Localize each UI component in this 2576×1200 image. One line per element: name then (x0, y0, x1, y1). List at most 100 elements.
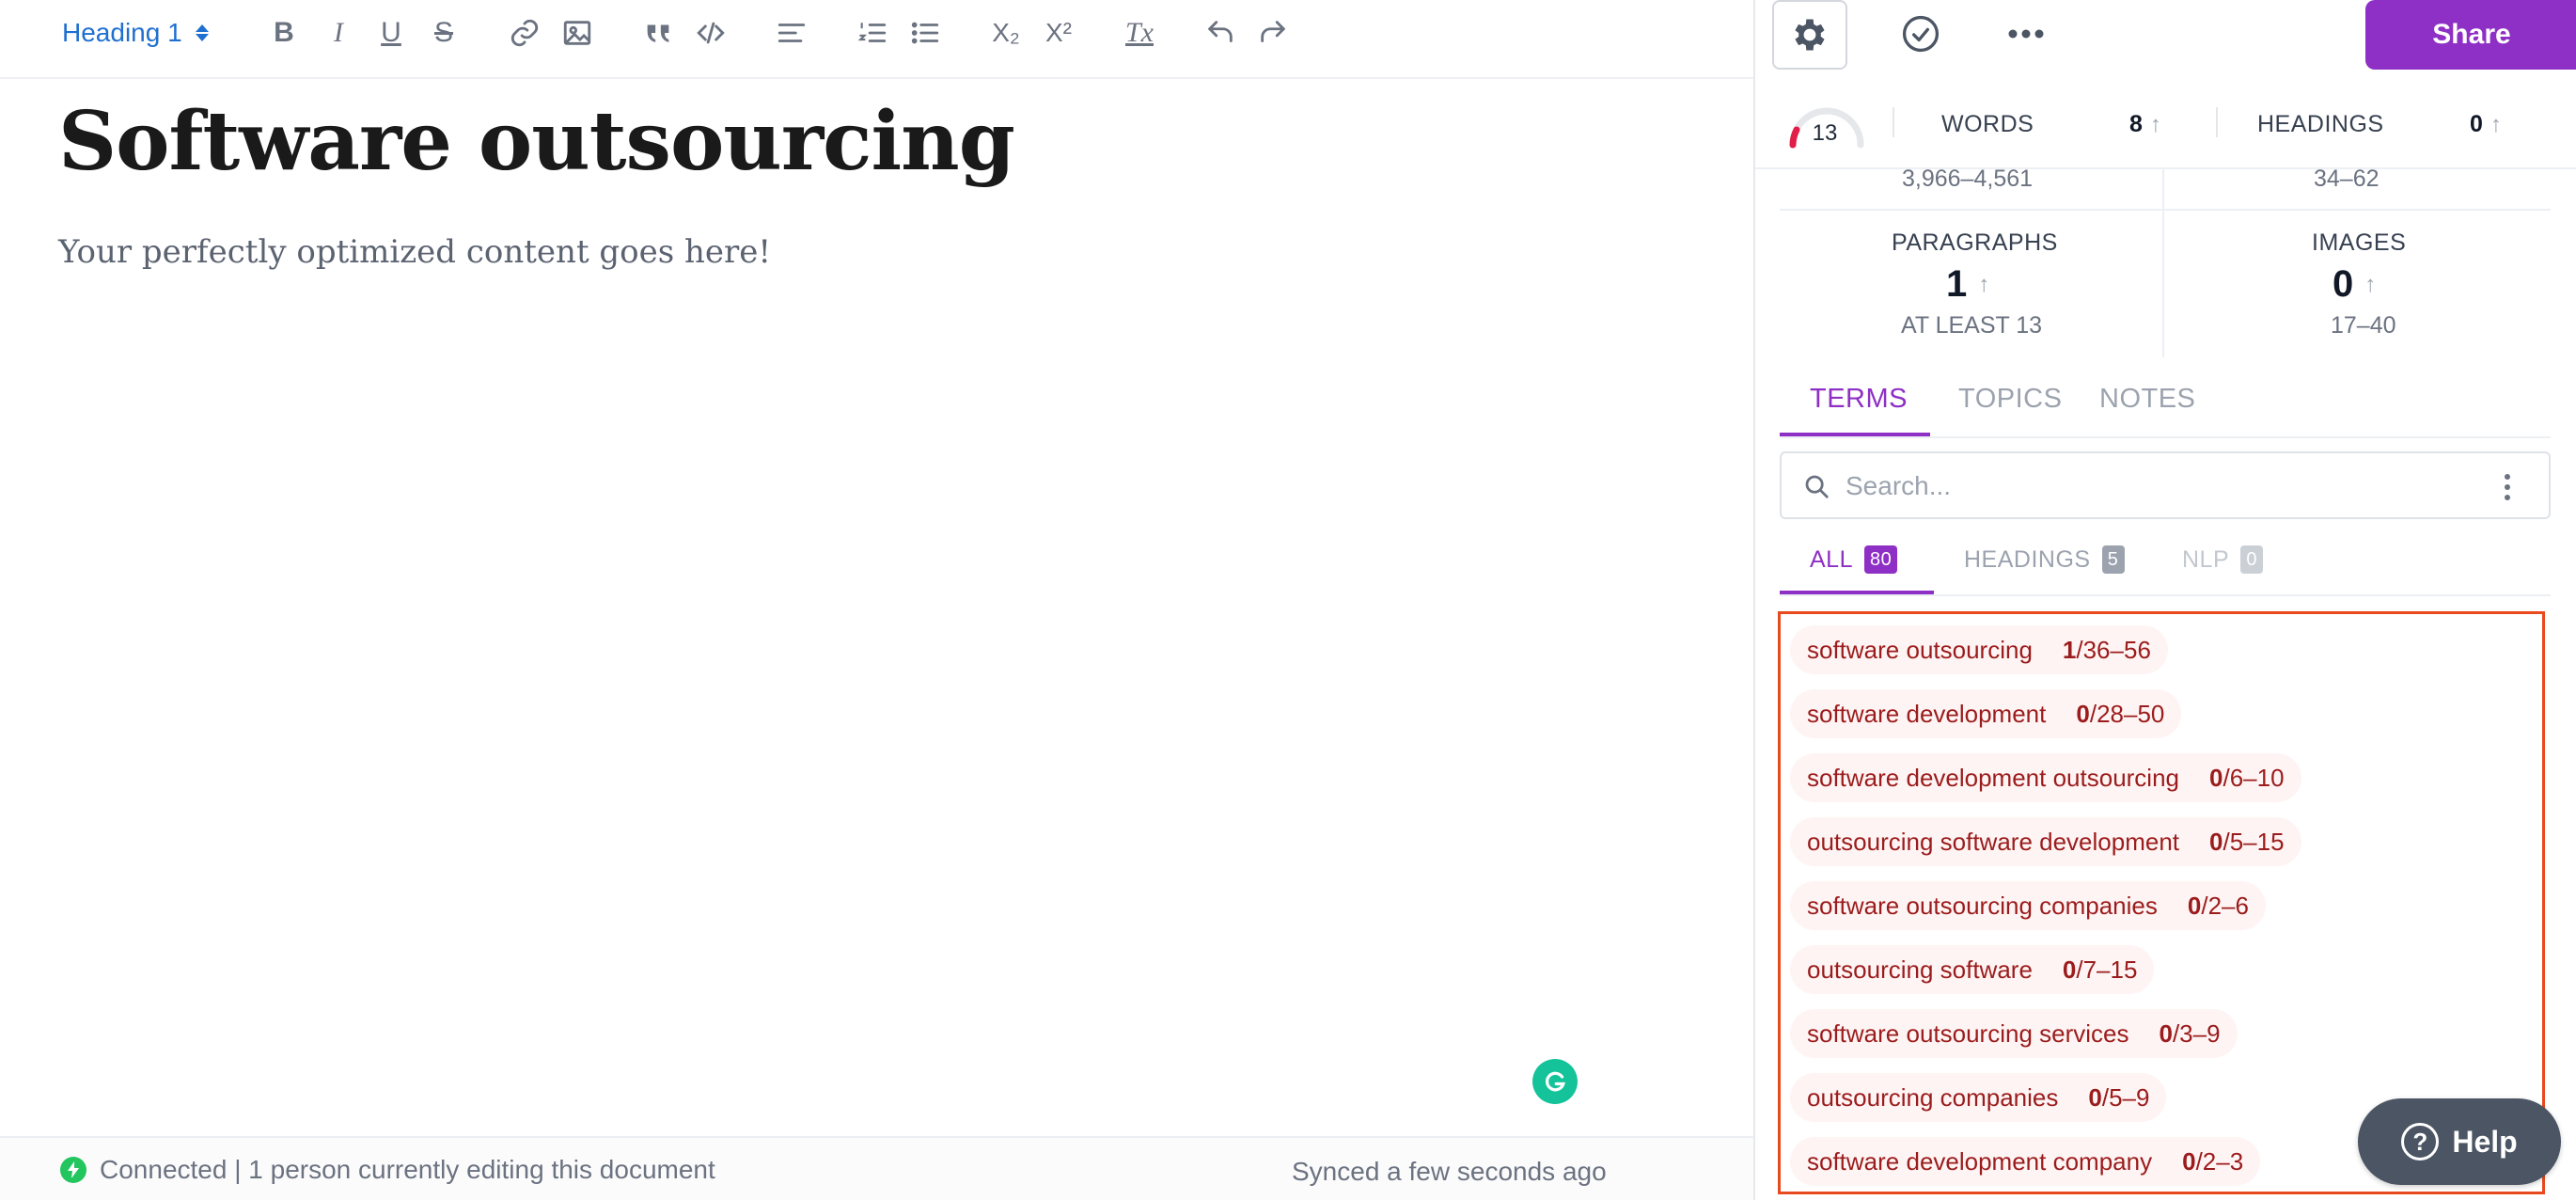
subscript-button[interactable]: X₂ (987, 13, 1025, 53)
superscript-button[interactable]: X² (1040, 13, 1077, 53)
undo-button[interactable] (1202, 13, 1239, 53)
active-subtab-indicator (1780, 591, 1934, 594)
bullet-list-button[interactable] (906, 13, 944, 53)
separator (2216, 107, 2218, 137)
sidebar-toolbar: Share (1755, 0, 2576, 79)
term-chip[interactable]: software outsourcing companies 0/2–6 (1790, 881, 2266, 930)
term-usage: 0/2–3 (2182, 1146, 2244, 1176)
words-count: 8 (2129, 111, 2143, 137)
code-button[interactable] (692, 13, 730, 53)
sync-status: Synced a few seconds ago (1292, 1157, 1607, 1186)
count-badge: 80 (1863, 545, 1898, 574)
sidebar-tabs: TERMS TOPICS NOTES (1780, 376, 2551, 438)
kebab-menu-icon[interactable] (2502, 474, 2513, 500)
term-filter-tabs: ALL 80 HEADINGS 5 NLP 0 (1780, 538, 2551, 596)
lightning-icon (60, 1157, 86, 1183)
document-body[interactable]: Your perfectly optimized content goes he… (58, 233, 771, 271)
term-name: outsourcing software development (1807, 827, 2180, 856)
tab-notes[interactable]: NOTES (2099, 384, 2195, 415)
subtab-label: HEADINGS (1964, 545, 2091, 573)
images-range: 17–40 (2331, 312, 2396, 339)
check-circle-icon (1902, 15, 1940, 53)
ordered-list-button[interactable] (854, 13, 891, 53)
term-chip[interactable]: outsourcing software development 0/5–15 (1790, 817, 2301, 866)
bold-icon: B (274, 17, 294, 48)
term-usage: 0/6–10 (2209, 763, 2285, 792)
term-name: software development (1807, 699, 2047, 728)
ordered-list-icon (857, 23, 887, 42)
paragraphs-label: PARAGRAPHS (1892, 229, 2058, 256)
align-left-icon (778, 24, 806, 42)
link-button[interactable] (506, 13, 543, 53)
italic-button[interactable]: I (320, 13, 357, 53)
term-chip[interactable]: outsourcing companies 0/5–9 (1790, 1073, 2167, 1122)
connection-status-text: Connected | 1 person currently editing t… (100, 1155, 715, 1184)
strikethrough-button[interactable]: S (425, 13, 463, 53)
underline-icon: U (381, 17, 401, 48)
headings-count: 0 (2470, 111, 2483, 137)
tab-terms[interactable]: TERMS (1810, 384, 1908, 415)
superscript-icon: X² (1045, 18, 1072, 47)
paragraphs-count: 1 (1946, 263, 1968, 305)
subtab-headings[interactable]: HEADINGS 5 (1964, 545, 2125, 574)
search-icon (1805, 475, 1829, 498)
term-chip[interactable]: software development outsourcing 0/6–10 (1790, 753, 2301, 802)
bold-button[interactable]: B (265, 13, 303, 53)
term-name: software outsourcing services (1807, 1018, 2129, 1048)
count-badge: 0 (2240, 545, 2264, 574)
term-name: software outsourcing (1807, 635, 2033, 664)
separator (1893, 107, 1894, 137)
term-usage: 0/28–50 (2076, 699, 2165, 728)
subtab-label: NLP (2182, 545, 2230, 573)
image-button[interactable] (558, 13, 596, 53)
term-chip[interactable]: outsourcing software 0/7–15 (1790, 945, 2155, 994)
content-score: 13 (1812, 120, 1838, 146)
subscript-icon: X₂ (992, 18, 1020, 47)
images-label: IMAGES (2312, 229, 2407, 256)
tab-topics[interactable]: TOPICS (1958, 384, 2062, 415)
term-usage: 0/3–9 (2159, 1018, 2221, 1048)
help-circle-icon: ? (2401, 1123, 2440, 1161)
strikethrough-icon: S (433, 17, 453, 48)
blockquote-button[interactable] (639, 13, 677, 53)
term-chip[interactable]: software development 0/28–50 (1790, 689, 2182, 738)
divider (2162, 169, 2164, 357)
count-badge: 5 (2101, 545, 2125, 574)
words-value: 8 ↑ (2129, 111, 2161, 138)
clear-format-button[interactable]: Tx (1121, 13, 1158, 53)
divider (1780, 209, 2551, 211)
help-button[interactable]: ? Help (2358, 1098, 2561, 1185)
words-label: WORDS (1941, 111, 2034, 137)
redo-icon (1261, 21, 1285, 42)
settings-button[interactable] (1772, 0, 1847, 70)
align-button[interactable] (773, 13, 810, 53)
headings-label: HEADINGS (2257, 111, 2384, 137)
metrics-summary-bar: 13 WORDS 8 ↑ HEADINGS 0 ↑ (1755, 79, 2576, 169)
heading-style-select[interactable]: Heading 1 (62, 13, 209, 53)
check-button[interactable] (1898, 11, 1943, 56)
term-chip[interactable]: software development company 0/2–3 (1790, 1137, 2261, 1186)
headings-value: 0 ↑ (2470, 111, 2502, 138)
editor-pane: Heading 1 B I U S X₂ X² Tx Software outs… (0, 0, 1753, 1200)
connection-status: Connected | 1 person currently editing t… (60, 1155, 715, 1185)
updown-chevron-icon (195, 24, 209, 41)
subtab-all[interactable]: ALL 80 (1810, 545, 1898, 574)
headings-range: 34–62 (2314, 166, 2380, 192)
subtab-label: ALL (1810, 545, 1853, 573)
grammarly-icon[interactable] (1532, 1059, 1578, 1104)
underline-button[interactable]: U (372, 13, 410, 53)
paragraphs-value: 1 ↑ (1946, 263, 1989, 306)
share-button[interactable]: Share (2365, 0, 2576, 70)
arrow-up-icon: ↑ (2149, 111, 2161, 137)
redo-button[interactable] (1254, 13, 1292, 53)
image-icon (563, 21, 591, 45)
term-chip[interactable]: software outsourcing 1/36–56 (1790, 625, 2168, 674)
term-chip[interactable]: software outsourcing services 0/3–9 (1790, 1009, 2238, 1058)
more-options-button[interactable] (2003, 11, 2049, 56)
term-name: outsourcing software (1807, 955, 2033, 984)
search-input[interactable] (1844, 466, 2468, 506)
document-title[interactable]: Software outsourcing (58, 94, 1015, 189)
term-usage: 0/5–15 (2209, 827, 2285, 856)
subtab-nlp[interactable]: NLP 0 (2182, 545, 2264, 574)
help-label: Help (2452, 1124, 2518, 1159)
